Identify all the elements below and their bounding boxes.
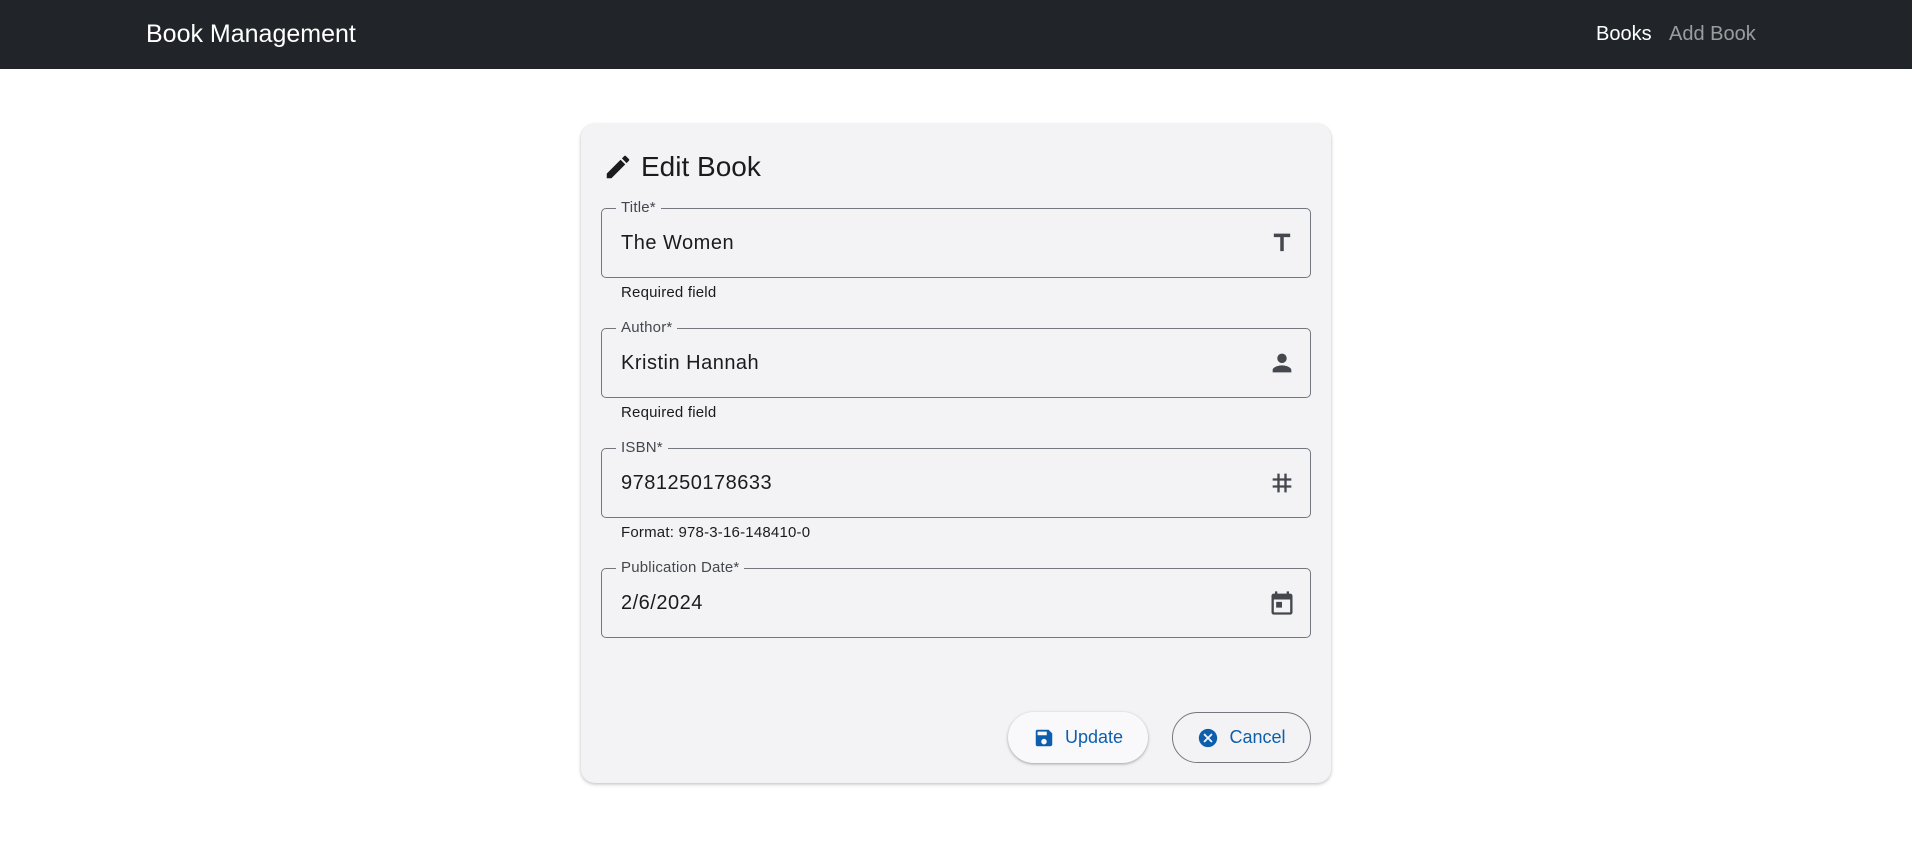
update-button[interactable]: Update: [1008, 712, 1148, 763]
update-button-label: Update: [1064, 727, 1124, 747]
author-input[interactable]: [621, 329, 1221, 397]
nav-link-books[interactable]: Books: [1596, 0, 1652, 69]
person-icon: [1272, 353, 1292, 373]
publication-date-field: Publication Date*: [601, 559, 1311, 638]
hash-icon: [1272, 473, 1292, 493]
navbar: Book Management Books Add Book: [0, 0, 1912, 69]
save-icon: [1035, 729, 1053, 746]
isbn-hint: Format: 978-3-16-148410-0: [621, 524, 811, 541]
calendar-icon[interactable]: [1268, 589, 1296, 617]
author-hint: Required field: [621, 404, 717, 421]
card-header: Edit Book: [603, 146, 761, 188]
text-icon: [1273, 233, 1291, 252]
title-input[interactable]: [621, 209, 1221, 277]
publication-date-input[interactable]: [621, 569, 1221, 637]
nav-link-add-book[interactable]: Add Book: [1669, 0, 1756, 69]
page-title: Edit Book: [641, 151, 761, 182]
title-hint: Required field: [621, 284, 717, 301]
author-field: Author*: [601, 319, 1311, 398]
isbn-input[interactable]: [621, 449, 1221, 517]
pencil-icon: [606, 155, 630, 179]
edit-book-card: Edit Book Title* Required field Author* …: [581, 124, 1331, 783]
cancel-circle-icon: [1199, 728, 1218, 747]
isbn-field: ISBN*: [601, 439, 1311, 518]
cancel-button[interactable]: Cancel: [1172, 712, 1311, 763]
brand-link[interactable]: Book Management: [146, 0, 356, 69]
cancel-button-label: Cancel: [1229, 727, 1286, 747]
title-field: Title*: [601, 199, 1311, 278]
